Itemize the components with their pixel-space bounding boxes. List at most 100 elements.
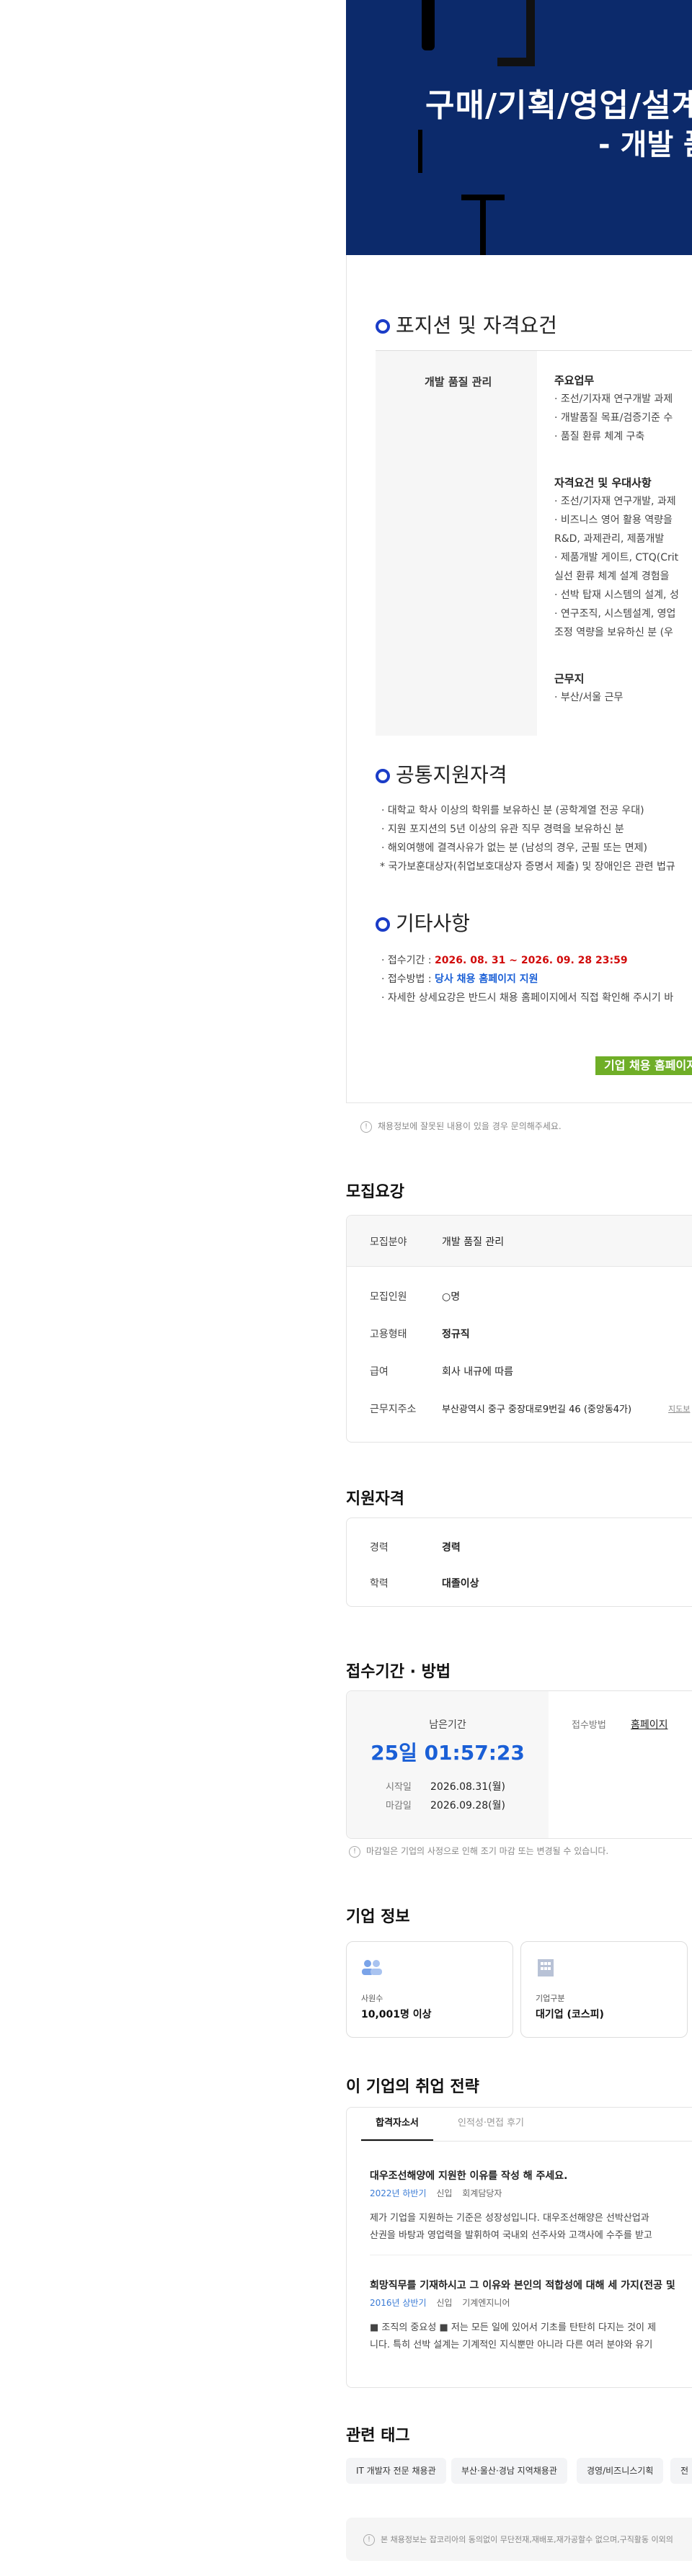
start-value: 2026.08.31(월) — [430, 1781, 505, 1793]
tag-item[interactable]: 경영/비즈니스기획 — [577, 2458, 664, 2484]
footer-notice: ! 본 채용정보는 잡코리아의 동의없이 무단전재,재배포,재가공할수 없으며,구… — [346, 2518, 692, 2561]
qual-row-label: 학력 — [370, 1578, 389, 1590]
tab-interview[interactable]: 인적성·면접 후기 — [440, 2108, 541, 2139]
etc-period: · 접수기간 : 2026. 08. 31 ~ 2026. 09. 28 23:… — [381, 955, 628, 966]
strategy-box: 합격자소서 인적성·면접 후기 대우조선해양에 지원한 이유를 작성 해 주세요… — [346, 2107, 692, 2388]
method-link[interactable]: 홈페이지 — [631, 1717, 668, 1732]
common-item: · 해외여행에 결격사유가 없는 분 (남성의 경우, 군필 또는 면제) — [381, 842, 647, 854]
etc-detail: · 자세한 상세요강은 반드시 채용 홈페이지에서 직접 확인해 주시기 바 — [381, 992, 674, 1004]
tab-cover-letter[interactable]: 합격자소서 — [361, 2108, 433, 2141]
posting-detail: 포지션 및 자격요건 개발 품질 관리 주요업무 · 조선/기자재 연구개발 과… — [346, 255, 692, 1103]
hero-deco-t2 — [480, 195, 486, 255]
strategy-excerpt: 제가 기업을 지원하는 기준은 성장성입니다. 대우조선해양은 선박산업과 — [370, 2213, 649, 2224]
qual-row-value: 경력 — [442, 1542, 461, 1554]
recruit-row-label: 모집인원 — [370, 1291, 407, 1303]
remain-countdown: 25일 01:57:23 — [371, 1741, 525, 1765]
recruit-box: 모집분야 개발 품질 관리 모집인원 ○명 고용형태 정규직 급여 회사 내규에… — [346, 1215, 692, 1443]
qual-row-value: 대졸이상 — [442, 1578, 479, 1590]
report-note: ! 채용정보에 잘못된 내용이 있을 경우 문의해주세요. — [346, 1120, 562, 1133]
company-type-label: 기업구분 — [536, 1994, 565, 2003]
end-value: 2026.09.28(월) — [430, 1800, 505, 1811]
recruit-row-value: 정규직 — [442, 1329, 470, 1340]
tag-item[interactable]: 부산·울산·경남 지역채용관 — [451, 2458, 567, 2484]
qual-item: · 선박 탑재 시스템의 설계, 성 — [554, 589, 679, 601]
hero-deco-stick — [418, 130, 422, 173]
hero-title-line1: 구매/기획/영업/설계 — [425, 87, 692, 124]
recruit-title: 모집요강 — [346, 1183, 404, 1201]
employees-card: 사원수 10,001명 이상 — [346, 1941, 513, 2038]
recruit-field-row: 모집분야 개발 품질 관리 — [347, 1216, 692, 1267]
company-homepage-button[interactable]: 기업 채용 홈페이지 — [595, 1056, 692, 1075]
method-label: 접수방법 — [572, 1720, 606, 1731]
recruit-row-value: ○명 — [442, 1291, 461, 1303]
duty-item: · 개발품질 목표/검증기준 수 — [554, 412, 673, 424]
recruit-field-value: 개발 품질 관리 — [442, 1236, 505, 1248]
position-table: 개발 품질 관리 주요업무 · 조선/기자재 연구개발 과제 · 개발품질 목표… — [376, 350, 692, 736]
apply-note: ! 마감일은 기업의 사정으로 인해 조기 마감 또는 변경될 수 있습니다. — [346, 1845, 608, 1858]
tags-title: 관련 태그 — [346, 2427, 410, 2445]
section-common-title: 공통지원자격 — [376, 759, 507, 788]
qual-item: 실선 환류 체계 설계 경험을 — [554, 571, 670, 582]
hero-banner: 구매/기획/영업/설계 - 개발 품 — [346, 0, 692, 255]
remain-label: 남은기간 — [429, 1719, 466, 1731]
strategy-question[interactable]: 대우조선해양에 지원한 이유를 작성 해 주세요. — [370, 2168, 567, 2183]
remain-panel: 남은기간 25일 01:57:23 시작일 2026.08.31(월) 마감일 … — [347, 1691, 549, 1838]
company-type-value: 대기업 (코스피) — [536, 2009, 604, 2020]
position-detail: 주요업무 · 조선/기자재 연구개발 과제 · 개발품질 목표/검증기준 수 ·… — [537, 351, 692, 736]
etc-method: · 접수방법 : 당사 채용 홈페이지 지원 — [381, 973, 538, 985]
qualification-box: 경력 경력 학력 대졸이상 — [346, 1517, 692, 1607]
info-icon: ! — [349, 1845, 360, 1858]
strategy-excerpt: 산권을 바탕과 영업력을 발휘하여 국내외 선주사와 고객사에 수주를 받고 — [370, 2230, 652, 2241]
info-icon: ! — [363, 2534, 375, 2546]
ring-icon — [376, 917, 390, 932]
duty-item: · 조선/기자재 연구개발 과제 — [554, 393, 673, 405]
employees-label: 사원수 — [361, 1994, 383, 2003]
qualification-title: 지원자격 — [346, 1490, 404, 1508]
company-type-card: 기업구분 대기업 (코스피) — [520, 1941, 688, 2038]
location-item: · 부산/서울 근무 — [554, 692, 624, 703]
map-link[interactable]: 지도보 — [668, 1403, 690, 1414]
end-label: 마감일 — [386, 1801, 412, 1811]
common-item: * 국가보훈대상자(취업보호대상자 증명서 제출) 및 장애인은 관련 법규 — [380, 861, 675, 873]
recruit-row-value: 회사 내규에 따름 — [442, 1366, 514, 1378]
strategy-tabs: 합격자소서 인적성·면접 후기 — [361, 2108, 692, 2142]
qual-item: R&D, 과제관리, 제품개발 — [554, 533, 665, 545]
position-name: 개발 품질 관리 — [425, 375, 492, 388]
ring-icon — [376, 319, 390, 334]
tag-item[interactable]: IT 개발자 전문 채용관 — [346, 2458, 446, 2484]
people-icon — [362, 1960, 382, 1975]
location-heading: 근무지 — [554, 672, 585, 685]
recruit-row-value: 부산광역시 중구 중장대로9번길 46 (중앙동4가) — [442, 1404, 632, 1415]
duties-heading: 주요업무 — [554, 374, 595, 387]
qual-row-label: 경력 — [370, 1542, 389, 1554]
qual-item: · 조선/기자재 연구개발, 과제 — [554, 496, 676, 507]
building-icon — [538, 1959, 554, 1976]
qual-item: · 제품개발 게이트, CTQ(Crit — [554, 552, 679, 563]
recruit-row-label: 근무지주소 — [370, 1404, 417, 1415]
company-title: 기업 정보 — [346, 1908, 410, 1926]
common-item: · 지원 포지션의 5년 이상의 유관 직무 경력을 보유하신 분 — [381, 824, 624, 835]
duty-item: · 품질 환류 체계 구축 — [554, 431, 645, 442]
ring-icon — [376, 769, 390, 783]
section-position-title: 포지션 및 자격요건 — [376, 310, 557, 339]
qual-item: · 비즈니스 영어 활용 역량을 — [554, 514, 673, 526]
qual-item: · 연구조직, 시스템설계, 영업 — [554, 608, 676, 620]
info-icon: ! — [360, 1120, 372, 1133]
strategy-excerpt: ■ 조직의 중요성 ■ 저는 모든 일에 있어서 기초를 탄탄히 다지는 것이 … — [370, 2322, 657, 2333]
strategy-meta: 2022년 하반기 신입 회계담당자 — [370, 2188, 502, 2198]
strategy-question[interactable]: 희망직무를 기재하시고 그 이유와 본인의 적합성에 대해 세 가지(전공 및 — [370, 2278, 675, 2292]
common-item: · 대학교 학사 이상의 학위를 보유하신 분 (공학계열 전공 우대) — [381, 805, 644, 816]
tag-item[interactable]: 전 — [670, 2458, 692, 2484]
hero-title-line2: - 개발 품 — [598, 128, 692, 161]
apply-box: 남은기간 25일 01:57:23 시작일 2026.08.31(월) 마감일 … — [346, 1690, 692, 1839]
hero-deco-bar — [422, 0, 435, 50]
recruit-row-label: 급여 — [370, 1366, 389, 1378]
qual-heading: 자격요건 및 우대사항 — [554, 476, 652, 489]
footer-note-text: ! 본 채용정보는 잡코리아의 동의없이 무단전재,재배포,재가공할수 없으며,구… — [363, 2533, 673, 2546]
strategy-meta: 2016년 상반기 신입 기계엔지니어 — [370, 2298, 510, 2308]
hero-deco-e — [497, 0, 535, 66]
apply-title: 접수기간 · 방법 — [346, 1663, 451, 1681]
start-label: 시작일 — [386, 1782, 412, 1793]
strategy-title: 이 기업의 취업 전략 — [346, 2078, 479, 2096]
section-etc-title: 기타사항 — [376, 908, 470, 937]
